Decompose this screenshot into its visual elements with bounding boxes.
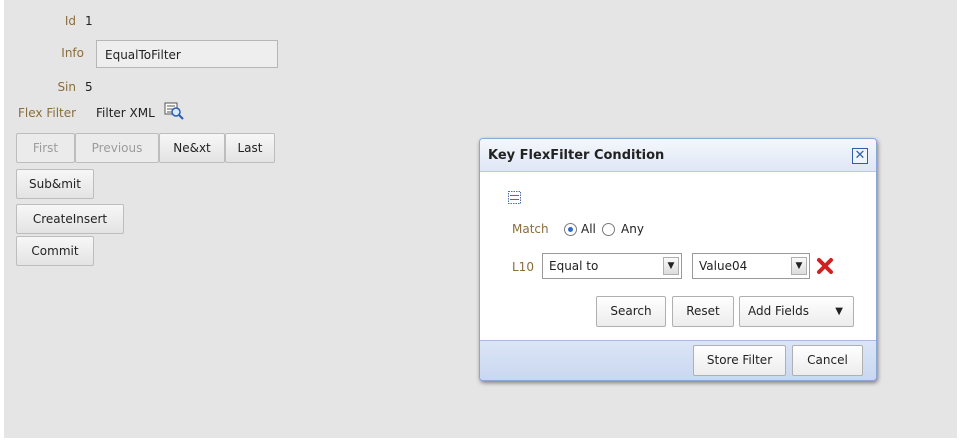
add-fields-label: Add Fields [748,304,809,318]
flex-filter-dialog: Key FlexFilter Condition ✕ Match All Any… [479,138,877,381]
field-label-l10: L10 [512,260,534,274]
flex-filter-label: Flex Filter [18,106,77,120]
chevron-down-icon: ▼ [835,306,843,317]
commit-button[interactable]: Commit [16,236,94,266]
page-background: Id 1 Info EqualToFilter Sin 5 Flex Filte… [4,0,957,438]
dropdown-arrow-icon[interactable]: ▼ [663,257,679,275]
match-any-radio[interactable] [602,223,615,236]
previous-button[interactable]: Previous [75,133,159,163]
sin-label: Sin [57,80,76,94]
cancel-button[interactable]: Cancel [792,345,863,376]
id-value: 1 [85,14,93,28]
value-value: Value04 [699,259,748,273]
match-all-radio[interactable] [564,223,577,236]
store-filter-button[interactable]: Store Filter [693,345,786,376]
create-insert-button[interactable]: CreateInsert [16,204,124,234]
operator-select[interactable]: Equal to ▼ [542,253,682,279]
grid-icon[interactable] [508,191,521,204]
last-button[interactable]: Last [225,133,275,163]
value-select[interactable]: Value04 ▼ [692,253,810,279]
add-fields-button[interactable]: Add Fields ▼ [739,296,854,327]
close-icon[interactable]: ✕ [852,148,868,164]
operator-value: Equal to [549,259,599,273]
info-label: Info [61,46,84,60]
search-button[interactable]: Search [596,296,666,327]
dialog-footer: Store Filter Cancel [480,340,876,380]
reset-button[interactable]: Reset [672,296,734,327]
id-label: Id [64,14,76,28]
flex-filter-value: Filter XML [96,106,155,120]
match-all-label: All [581,222,596,236]
match-any-label: Any [621,222,644,236]
submit-button[interactable]: Sub&mit [16,169,94,199]
delete-icon[interactable] [816,257,834,275]
first-button[interactable]: First [16,133,75,163]
dropdown-arrow-icon[interactable]: ▼ [791,257,807,275]
dialog-title: Key FlexFilter Condition [488,148,665,163]
next-button[interactable]: Ne&xt [159,133,225,163]
filter-xml-icon[interactable] [164,102,184,120]
info-field[interactable]: EqualToFilter [96,40,278,68]
sin-value: 5 [85,80,93,94]
dialog-header: Key FlexFilter Condition ✕ [480,139,876,172]
match-label: Match [512,222,549,236]
